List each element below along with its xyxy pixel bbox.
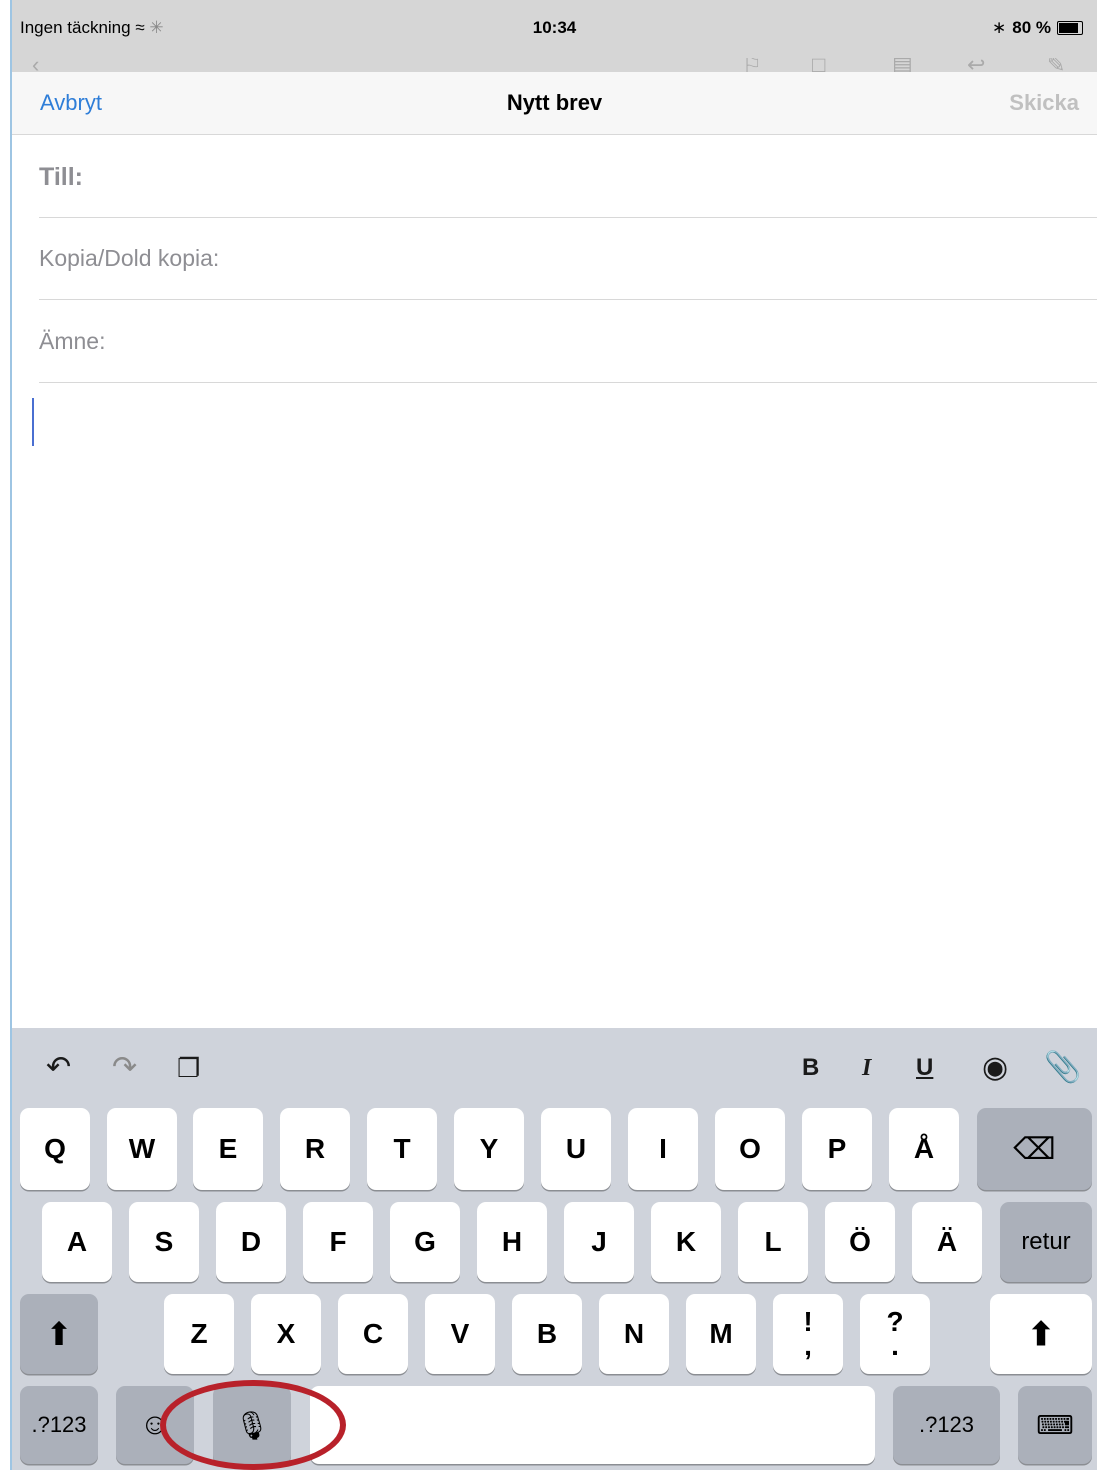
subject-field[interactable]: Ämne: [39, 300, 1097, 383]
shift-left-key[interactable]: ⬆ [20, 1294, 98, 1374]
shift-icon: ⬆ [45, 1316, 73, 1352]
hide-keyboard-key[interactable]: ⌨ [1018, 1386, 1092, 1464]
trash-icon: ▤ [892, 58, 913, 72]
backspace-key[interactable]: ⌫ [977, 1108, 1092, 1190]
key-question-period[interactable]: ?. [860, 1294, 930, 1374]
clock: 10:34 [532, 18, 577, 37]
battery-percent: 80 % [1012, 18, 1051, 37]
key-a-umlaut[interactable]: Ä [912, 1202, 982, 1282]
key-u[interactable]: U [541, 1108, 611, 1190]
key-k[interactable]: K [651, 1202, 721, 1282]
keyboard: ↶ ↷ ❐ B I U ◉ 📎 Q W E R T Y U I O P Å ⌫ … [12, 1028, 1097, 1470]
keyboard-toolbar: ↶ ↷ ❐ B I U ◉ 📎 [12, 1028, 1097, 1108]
redo-icon[interactable]: ↷ [112, 1052, 137, 1084]
bold-button[interactable]: B [802, 1052, 819, 1084]
shift-icon: ⬆ [1027, 1316, 1055, 1352]
key-c[interactable]: C [338, 1294, 408, 1374]
cc-label: Kopia/Dold kopia: [39, 245, 220, 271]
space-key[interactable] [310, 1386, 875, 1464]
hide-keyboard-icon: ⌨ [1036, 1409, 1074, 1440]
key-q[interactable]: Q [20, 1108, 90, 1190]
key-j[interactable]: J [564, 1202, 634, 1282]
key-y[interactable]: Y [454, 1108, 524, 1190]
key-o[interactable]: O [715, 1108, 785, 1190]
folder-icon: □ [812, 58, 826, 72]
numbers-right-key[interactable]: .?123 [893, 1386, 1000, 1464]
key-l[interactable]: L [738, 1202, 808, 1282]
shift-right-key[interactable]: ⬆ [990, 1294, 1092, 1374]
subject-label: Ämne: [39, 328, 106, 354]
key-b[interactable]: B [512, 1294, 582, 1374]
key-v[interactable]: V [425, 1294, 495, 1374]
reply-icon: ↩ [967, 58, 986, 72]
send-button[interactable]: Skicka [1009, 90, 1079, 116]
flag-icon: ⚐ [742, 58, 762, 72]
return-key[interactable]: retur [1000, 1202, 1092, 1282]
camera-icon[interactable]: ◉ [982, 1052, 1008, 1084]
to-field[interactable]: Till: [39, 135, 1097, 218]
key-w[interactable]: W [107, 1108, 177, 1190]
cc-field[interactable]: Kopia/Dold kopia: [39, 217, 1097, 300]
page-title: Nytt brev [506, 90, 603, 115]
numbers-left-key[interactable]: .?123 [20, 1386, 98, 1464]
key-a-ring[interactable]: Å [889, 1108, 959, 1190]
status-right: ∗ 80 % [992, 18, 1083, 38]
key-r[interactable]: R [280, 1108, 350, 1190]
underline-button[interactable]: U [916, 1052, 933, 1084]
italic-button[interactable]: I [862, 1052, 871, 1084]
battery-icon [1057, 21, 1083, 35]
key-f[interactable]: F [303, 1202, 373, 1282]
key-t[interactable]: T [367, 1108, 437, 1190]
emoji-icon: ☺ [139, 1408, 171, 1441]
background-toolbar: ‹ ⚐ □ ▤ ↩ ✎ [12, 58, 1097, 72]
compose-icon: ✎ [1047, 58, 1066, 72]
paperclip-icon[interactable]: 📎 [1044, 1052, 1081, 1084]
key-d[interactable]: D [216, 1202, 286, 1282]
back-icon: ‹ [32, 58, 40, 72]
dictation-key[interactable]: 🎙 [213, 1386, 291, 1464]
key-p[interactable]: P [802, 1108, 872, 1190]
key-e[interactable]: E [193, 1108, 263, 1190]
microphone-icon: 🎙 [234, 1409, 270, 1441]
key-g[interactable]: G [390, 1202, 460, 1282]
nav-bar: Avbryt Nytt brev Skicka [12, 72, 1097, 135]
message-body[interactable] [12, 384, 1097, 1024]
key-h[interactable]: H [477, 1202, 547, 1282]
key-exclaim-comma[interactable]: !, [773, 1294, 843, 1374]
key-x[interactable]: X [251, 1294, 321, 1374]
to-label: Till: [39, 163, 83, 191]
key-n[interactable]: N [599, 1294, 669, 1374]
bluetooth-icon: ∗ [992, 18, 1007, 37]
key-o-umlaut[interactable]: Ö [825, 1202, 895, 1282]
key-i[interactable]: I [628, 1108, 698, 1190]
paste-icon[interactable]: ❐ [177, 1052, 200, 1084]
undo-icon[interactable]: ↶ [46, 1052, 71, 1084]
emoji-key[interactable]: ☺ [116, 1386, 194, 1464]
key-a[interactable]: A [42, 1202, 112, 1282]
key-s[interactable]: S [129, 1202, 199, 1282]
key-m[interactable]: M [686, 1294, 756, 1374]
backspace-icon: ⌫ [1013, 1132, 1056, 1166]
key-z[interactable]: Z [164, 1294, 234, 1374]
status-bar: Ingen täckning ≈ ✳ 10:34 ∗ 80 % [12, 0, 1097, 58]
